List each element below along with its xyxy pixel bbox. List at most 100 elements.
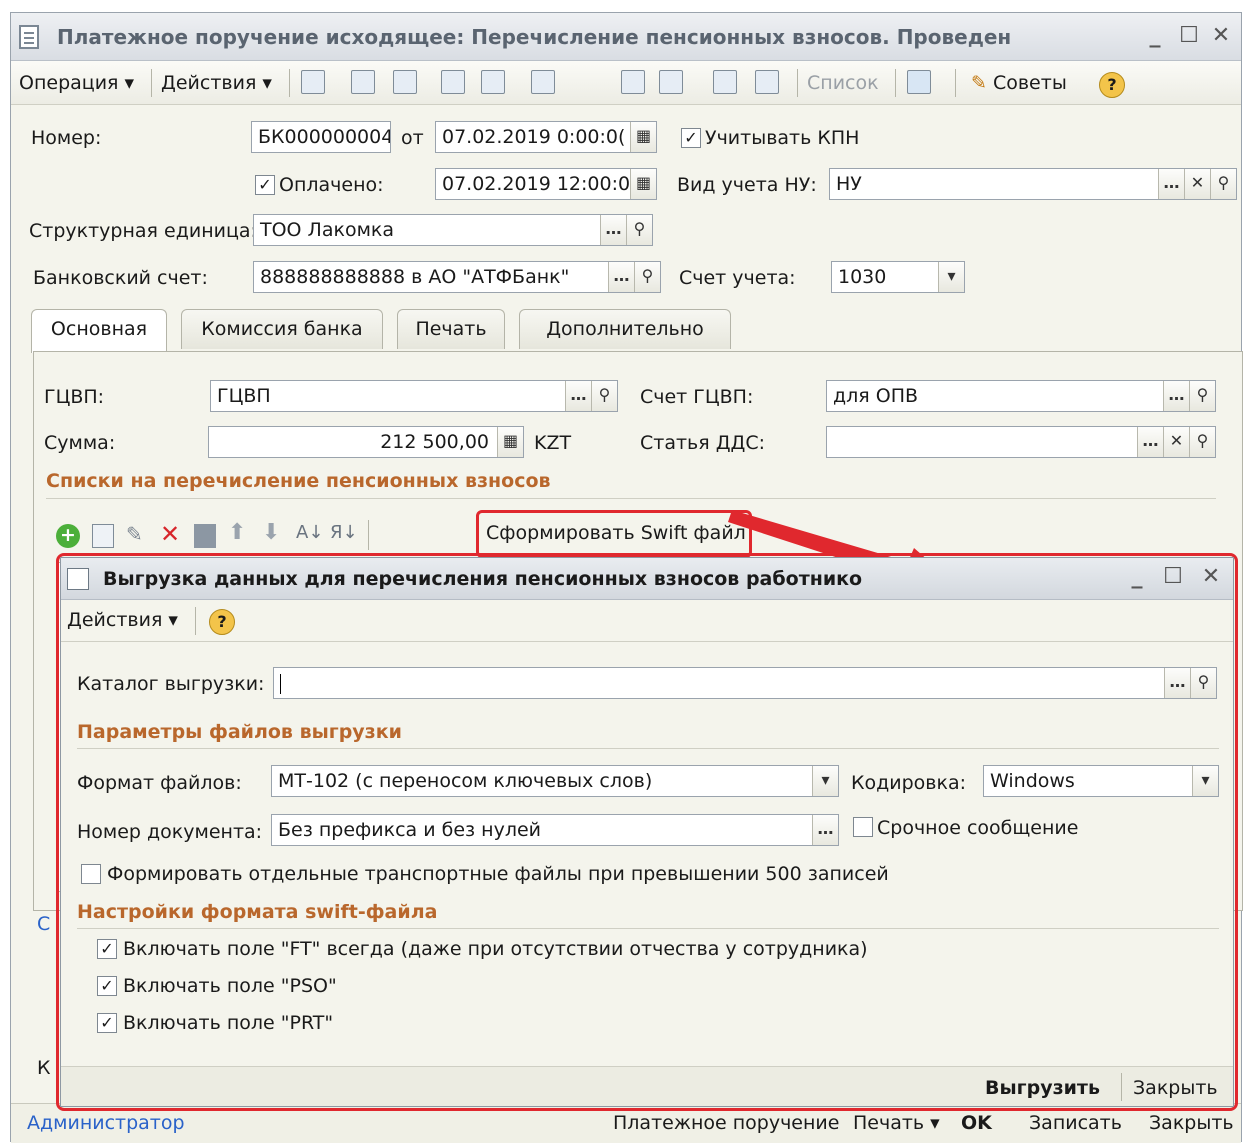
select-dots-icon[interactable]: … (1163, 381, 1189, 411)
tab-main[interactable]: Основная (31, 309, 167, 353)
dialog-toolbar: Действия ▾ ? (61, 600, 1233, 642)
clear-icon[interactable]: ✕ (1184, 169, 1210, 199)
search-icon[interactable]: ⚲ (626, 215, 652, 245)
catalog-field[interactable]: … ⚲ (273, 667, 1217, 699)
kpn-checkbox[interactable]: ✓ (681, 128, 701, 148)
paid-date-field[interactable]: 07.02.2019 12:00:0 ▦ (435, 168, 657, 200)
search-icon[interactable]: ⚲ (634, 262, 660, 292)
prt-label: Включать поле "PRT" (123, 1012, 334, 1034)
sort-asc-icon[interactable]: A↓ (296, 522, 323, 543)
select-dots-icon[interactable]: … (1158, 169, 1184, 199)
tips-button[interactable]: ✎ Советы (971, 69, 1067, 97)
sort-desc-icon[interactable]: Я↓ (330, 522, 358, 543)
report-icon[interactable] (755, 70, 779, 94)
select-dots-icon[interactable]: … (1164, 668, 1190, 698)
save-button[interactable]: Записать (1029, 1112, 1122, 1134)
dialog-close-icon[interactable]: ✕ (1197, 564, 1225, 592)
chevron-down-icon[interactable]: ▾ (938, 262, 964, 292)
docnum-field[interactable]: Без префикса и без нулей … (271, 814, 839, 846)
print-button[interactable]: Печать ▾ (853, 1112, 940, 1134)
minimize-icon[interactable]: _ (1141, 23, 1169, 51)
paid-checkbox[interactable]: ✓ (255, 175, 275, 195)
main-toolbar: Операция ▾ Действия ▾ Список ✎ Советы ? (11, 61, 1241, 105)
help-icon[interactable]: ? (1099, 72, 1125, 98)
ok-button[interactable]: OK (961, 1112, 992, 1134)
swift-file-button[interactable]: Сформировать Swift файл (486, 522, 746, 544)
list-button[interactable]: Список (807, 69, 879, 97)
dds-field[interactable]: … ✕ ⚲ (826, 426, 1216, 458)
gcvp-field[interactable]: ГЦВП … ⚲ (210, 380, 618, 412)
pso-checkbox[interactable]: ✓ (97, 976, 117, 996)
select-dots-icon[interactable]: … (600, 215, 626, 245)
dialog-help-icon[interactable]: ? (209, 609, 235, 635)
tab-additional[interactable]: Дополнительно (519, 309, 731, 349)
encoding-select[interactable]: Windows ▾ (983, 765, 1219, 797)
movements-icon[interactable] (713, 70, 737, 94)
chevron-down-icon[interactable]: ▾ (812, 766, 838, 796)
select-dots-icon[interactable]: … (812, 815, 838, 845)
ft-checkbox[interactable]: ✓ (97, 939, 117, 959)
chevron-down-icon[interactable]: ▾ (1192, 766, 1218, 796)
dialog-titlebar: Выгрузка данных для перечисления пенсион… (61, 558, 1233, 600)
arrow-down-icon[interactable]: ⬇ (262, 520, 280, 545)
arrow-up-icon[interactable]: ⬆ (228, 520, 246, 545)
nu-field[interactable]: НУ … ✕ ⚲ (829, 168, 1237, 200)
dialog-minimize-icon[interactable]: _ (1123, 564, 1151, 592)
partial-link-c[interactable]: С (37, 913, 50, 935)
based-on-icon[interactable] (481, 70, 505, 94)
export-button[interactable]: Выгрузить (985, 1077, 1100, 1099)
copy-row-icon[interactable] (92, 524, 114, 548)
clear-icon[interactable]: ✕ (1163, 427, 1189, 457)
encoding-label: Кодировка: (851, 772, 967, 794)
select-dots-icon[interactable]: … (565, 381, 591, 411)
select-dots-icon[interactable]: … (608, 262, 634, 292)
dialog-maximize-icon[interactable]: ☐ (1159, 564, 1187, 592)
sum-field[interactable]: 212 500,00 ▦ (208, 426, 524, 458)
date-field[interactable]: 07.02.2019 0:00:0( ▦ (435, 121, 657, 153)
tab-bank-commission[interactable]: Комиссия банка (181, 309, 383, 349)
post-icon[interactable] (301, 70, 325, 94)
delete-icon[interactable]: ✕ (160, 520, 180, 548)
tab-print[interactable]: Печать (397, 309, 505, 349)
search-icon[interactable]: ⚲ (1190, 668, 1216, 698)
search-icon[interactable]: ⚲ (1189, 381, 1215, 411)
section-divider (77, 928, 1219, 929)
close-button[interactable]: Закрыть (1149, 1112, 1234, 1134)
dialog-actions-menu[interactable]: Действия ▾ (67, 606, 178, 634)
list-view-icon[interactable] (659, 70, 683, 94)
go-icon[interactable] (531, 70, 555, 94)
operation-menu[interactable]: Операция ▾ (19, 69, 134, 97)
search-icon[interactable]: ⚲ (591, 381, 617, 411)
close-icon[interactable]: ✕ (1207, 23, 1235, 51)
filter-icon[interactable] (907, 70, 931, 94)
actions-menu[interactable]: Действия ▾ (161, 69, 272, 97)
calendar-icon[interactable]: ▦ (630, 169, 656, 199)
urgent-checkbox[interactable] (853, 817, 873, 837)
dt-kt-icon[interactable] (441, 70, 465, 94)
structure-icon[interactable] (621, 70, 645, 94)
number-field[interactable]: БК000000004 (251, 121, 391, 153)
calculator-icon[interactable]: ▦ (497, 427, 523, 457)
separate-files-checkbox[interactable] (81, 864, 101, 884)
select-dots-icon[interactable]: … (1137, 427, 1163, 457)
calendar-icon[interactable]: ▦ (630, 122, 656, 152)
user-link[interactable]: Администратор (27, 1112, 185, 1134)
bank-field[interactable]: 888888888888 в АО "АТФБанк" … ⚲ (253, 261, 661, 293)
maximize-icon[interactable]: ☐ (1175, 23, 1203, 51)
search-icon[interactable]: ⚲ (1189, 427, 1215, 457)
copy-icon[interactable] (393, 70, 417, 94)
refresh-icon[interactable] (351, 70, 375, 94)
add-icon[interactable]: + (56, 524, 80, 548)
gcvp-account-field[interactable]: для ОПВ … ⚲ (826, 380, 1216, 412)
account-select[interactable]: 1030 ▾ (831, 261, 965, 293)
dialog-close-button[interactable]: Закрыть (1133, 1077, 1218, 1099)
section-divider (77, 748, 1219, 749)
struct-field[interactable]: ТОО Лакомка … ⚲ (253, 214, 653, 246)
payment-order-button[interactable]: Платежное поручение (613, 1112, 839, 1134)
edit-icon[interactable]: ✎ (126, 522, 143, 546)
save-row-icon[interactable] (194, 524, 216, 548)
swift-settings-section-title: Настройки формата swift-файла (77, 901, 438, 923)
format-select[interactable]: МТ-102 (с переносом ключевых слов) ▾ (271, 765, 839, 797)
search-icon[interactable]: ⚲ (1210, 169, 1236, 199)
prt-checkbox[interactable]: ✓ (97, 1013, 117, 1033)
